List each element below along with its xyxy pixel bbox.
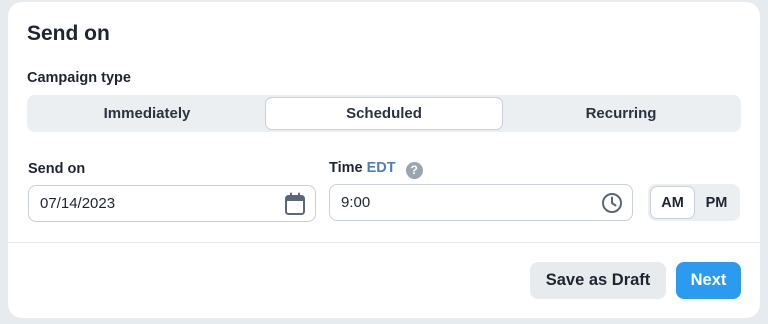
send-on-label: Send on (28, 161, 86, 177)
campaign-type-immediately[interactable]: Immediately (29, 97, 265, 130)
campaign-type-scheduled[interactable]: Scheduled (265, 97, 503, 130)
time-label: Time (329, 160, 363, 176)
timezone-label: EDT (366, 160, 396, 176)
campaign-type-label: Campaign type (27, 70, 131, 86)
send-date-field[interactable]: 07/14/2023 (28, 185, 316, 222)
meridiem-toggle: AM PM (648, 184, 740, 221)
campaign-type-selector: Immediately Scheduled Recurring (27, 95, 741, 132)
send-time-value: 9:00 (341, 194, 371, 211)
send-time-field[interactable]: 9:00 (329, 184, 633, 221)
send-date-value: 07/14/2023 (40, 195, 116, 212)
send-on-card: Send on Campaign type Immediately Schedu… (8, 2, 760, 318)
card-title: Send on (27, 22, 110, 45)
save-draft-button[interactable]: Save as Draft (530, 262, 666, 299)
help-circle-icon[interactable]: ? (405, 161, 423, 179)
pm-option[interactable]: PM (695, 186, 738, 219)
time-label-group: Time EDT ? (329, 160, 423, 179)
next-button[interactable]: Next (676, 262, 741, 299)
am-option[interactable]: AM (650, 186, 695, 219)
footer-divider (8, 242, 760, 243)
calendar-icon[interactable] (283, 192, 307, 216)
campaign-type-recurring[interactable]: Recurring (503, 97, 739, 130)
clock-icon[interactable] (600, 191, 624, 215)
